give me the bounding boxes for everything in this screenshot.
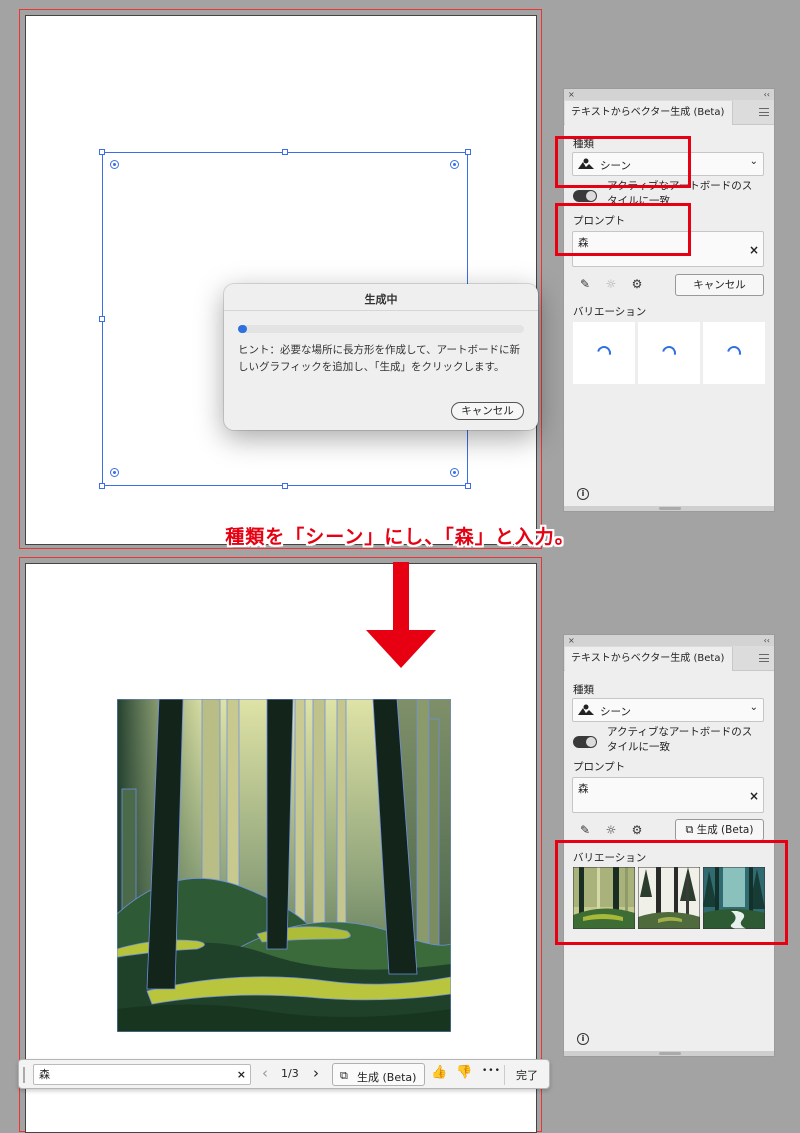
- corner-widget[interactable]: [110, 160, 119, 169]
- clear-icon[interactable]: ×: [237, 1065, 246, 1084]
- loading-spinner-icon: [724, 343, 744, 363]
- cancel-button[interactable]: キャンセル: [451, 402, 524, 420]
- corner-widget[interactable]: [450, 468, 459, 477]
- generated-forest-image[interactable]: [117, 699, 451, 1032]
- progress-fill: [238, 325, 247, 333]
- variations-label: バリエーション: [573, 306, 647, 318]
- next-icon[interactable]: ›: [313, 1064, 319, 1082]
- panel-tab[interactable]: テキストからベクター生成 (Beta): [565, 101, 733, 125]
- divider: [224, 310, 538, 311]
- close-icon[interactable]: ×: [568, 89, 575, 100]
- divider: [504, 1065, 505, 1085]
- generate-icon: ⧉: [340, 1069, 348, 1082]
- loading-spinner-icon: [594, 343, 614, 363]
- resize-handle[interactable]: [99, 149, 105, 155]
- resize-handle[interactable]: [99, 316, 105, 322]
- resize-handle[interactable]: [282, 483, 288, 489]
- collapse-icon[interactable]: ‹‹: [764, 89, 770, 100]
- done-button[interactable]: 完了: [516, 1067, 538, 1083]
- panel-titlebar: × ‹‹: [564, 635, 774, 646]
- close-icon[interactable]: ×: [568, 635, 575, 646]
- style-reference-icon[interactable]: ✎: [578, 277, 592, 291]
- lightbulb-icon[interactable]: ☼: [604, 277, 618, 291]
- cancel-button[interactable]: キャンセル: [675, 274, 764, 296]
- resize-handle[interactable]: [465, 483, 471, 489]
- corner-widget[interactable]: [450, 160, 459, 169]
- style-reference-icon[interactable]: ✎: [578, 823, 592, 837]
- clear-icon[interactable]: ×: [749, 789, 759, 803]
- contextual-task-bar: 森 × ‹ 1/3 › ⧉ 生成 (Beta) 👍 👎 ••• 完了: [18, 1059, 550, 1089]
- chevron-down-icon: ⌄: [749, 156, 758, 167]
- generate-button[interactable]: ⧉ 生成 (Beta): [332, 1063, 425, 1086]
- panel-menu-icon[interactable]: [759, 654, 769, 662]
- chevron-down-icon: ⌄: [749, 702, 758, 713]
- info-icon[interactable]: i: [577, 488, 589, 500]
- highlight-type: [555, 136, 691, 188]
- scene-type-icon: [578, 704, 594, 715]
- generate-label: 生成 (Beta): [696, 824, 754, 836]
- match-style-toggle[interactable]: [573, 736, 597, 748]
- page-indicator: 1/3: [281, 1067, 299, 1080]
- arrow-down-icon: [366, 562, 436, 668]
- variation-tile: [703, 322, 765, 384]
- variation-tile: [573, 322, 635, 384]
- resize-handle[interactable]: [282, 149, 288, 155]
- info-icon[interactable]: i: [577, 1033, 589, 1045]
- context-prompt-value: 森: [39, 1068, 50, 1081]
- type-value: シーン: [600, 706, 631, 718]
- loading-spinner-icon: [659, 343, 679, 363]
- variation-tile: [638, 322, 700, 384]
- gear-icon[interactable]: ⚙: [630, 823, 644, 837]
- more-icon[interactable]: •••: [482, 1066, 501, 1076]
- highlight-variations: [555, 840, 788, 945]
- panel-resize-bar[interactable]: [564, 1051, 774, 1056]
- resize-handle[interactable]: [99, 483, 105, 489]
- lightbulb-icon[interactable]: ☼: [604, 823, 618, 837]
- context-prompt-field[interactable]: 森 ×: [33, 1064, 251, 1085]
- prompt-value: 森: [578, 783, 589, 795]
- progress-bar: [238, 325, 524, 333]
- panel-menu-icon[interactable]: [759, 108, 769, 116]
- generate-label: 生成 (Beta): [357, 1071, 417, 1084]
- thumbs-down-icon[interactable]: 👎: [456, 1065, 472, 1080]
- prompt-label: プロンプト: [573, 761, 626, 773]
- previous-icon[interactable]: ‹: [262, 1064, 268, 1082]
- type-label: 種類: [573, 684, 594, 696]
- highlight-prompt: [555, 203, 691, 256]
- panel-resize-bar[interactable]: [564, 506, 774, 511]
- thumbs-up-icon[interactable]: 👍: [431, 1065, 447, 1080]
- generating-dialog: 生成中 ヒント：必要な場所に長方形を作成して、アートボードに新しいグラフィックを…: [224, 284, 538, 430]
- hint-text: ヒント：必要な場所に長方形を作成して、アートボードに新しいグラフィックを追加し、…: [238, 344, 521, 373]
- prompt-field[interactable]: 森 ×: [572, 777, 764, 813]
- match-style-label: アクティブなアートボードのスタイルに一致: [607, 726, 753, 753]
- drag-handle[interactable]: [23, 1067, 25, 1083]
- clear-icon[interactable]: ×: [749, 243, 759, 257]
- collapse-icon[interactable]: ‹‹: [764, 635, 770, 646]
- panel-titlebar: × ‹‹: [564, 89, 774, 100]
- gear-icon[interactable]: ⚙: [630, 277, 644, 291]
- match-style-toggle[interactable]: [573, 190, 597, 202]
- panel-tab[interactable]: テキストからベクター生成 (Beta): [565, 647, 733, 671]
- generate-icon: ⧉: [685, 823, 694, 836]
- dialog-title: 生成中: [364, 293, 398, 306]
- generate-button[interactable]: ⧉ 生成 (Beta): [675, 819, 764, 841]
- type-dropdown[interactable]: シーン ⌄: [572, 698, 764, 722]
- resize-handle[interactable]: [465, 149, 471, 155]
- caption: 種類を「シーン」にし、「森」と入力。: [225, 526, 575, 548]
- corner-widget[interactable]: [110, 468, 119, 477]
